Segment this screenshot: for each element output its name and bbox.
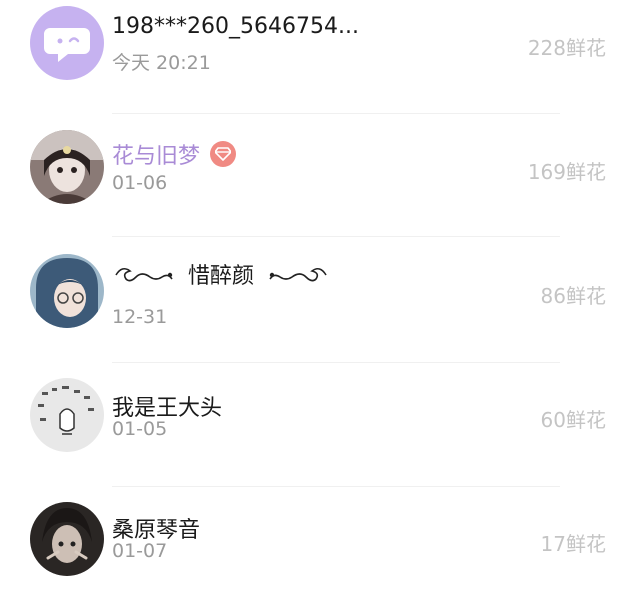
user-photo <box>30 130 104 204</box>
flower-count: 17鲜花 <box>540 532 606 556</box>
avatar[interactable] <box>30 502 104 576</box>
timestamp: 01-06 <box>112 172 168 194</box>
avatar[interactable] <box>30 6 104 80</box>
avatar[interactable] <box>30 378 104 452</box>
divider <box>112 486 560 487</box>
flower-count: 60鲜花 <box>540 408 606 432</box>
timestamp: 今天 20:21 <box>112 52 211 74</box>
user-photo <box>30 502 104 576</box>
list-item[interactable]: 桑原琴音 01-07 17鲜花 <box>0 490 640 606</box>
ornament-right-icon <box>269 267 327 282</box>
user-photo <box>30 254 104 328</box>
timestamp: 01-05 <box>112 418 168 440</box>
divider <box>112 113 560 114</box>
avatar[interactable] <box>30 254 104 328</box>
list-item[interactable]: 我是王大头 01-05 60鲜花 <box>0 366 640 487</box>
list-item[interactable]: 198***260_5646754... 今天 20:21 228鲜花 <box>0 0 640 120</box>
list-item[interactable]: 花与旧梦 01-06 169鲜花 <box>0 118 640 238</box>
timestamp: 01-07 <box>112 540 168 562</box>
divider <box>112 236 560 237</box>
divider <box>112 362 560 363</box>
ornament-left-icon <box>115 267 173 282</box>
user-name: 花与旧梦 <box>112 138 237 170</box>
flower-count: 169鲜花 <box>527 160 606 184</box>
flower-ranking-list: 198***260_5646754... 今天 20:21 228鲜花 花与旧梦 <box>0 0 640 606</box>
timestamp: 12-31 <box>112 306 168 328</box>
user-name-text: 惜醉颜 <box>188 264 255 289</box>
user-name: 198***260_5646754... <box>112 14 359 39</box>
user-name: 惜醉颜 <box>112 258 330 290</box>
flower-count: 86鲜花 <box>540 284 606 308</box>
user-name-text: 花与旧梦 <box>112 144 201 169</box>
chat-bubble-icon <box>30 6 104 80</box>
diamond-icon <box>210 141 237 167</box>
user-photo <box>30 378 104 452</box>
avatar[interactable] <box>30 130 104 204</box>
flower-count: 228鲜花 <box>527 36 606 60</box>
list-item[interactable]: 惜醉颜 12-31 86鲜花 <box>0 242 640 363</box>
